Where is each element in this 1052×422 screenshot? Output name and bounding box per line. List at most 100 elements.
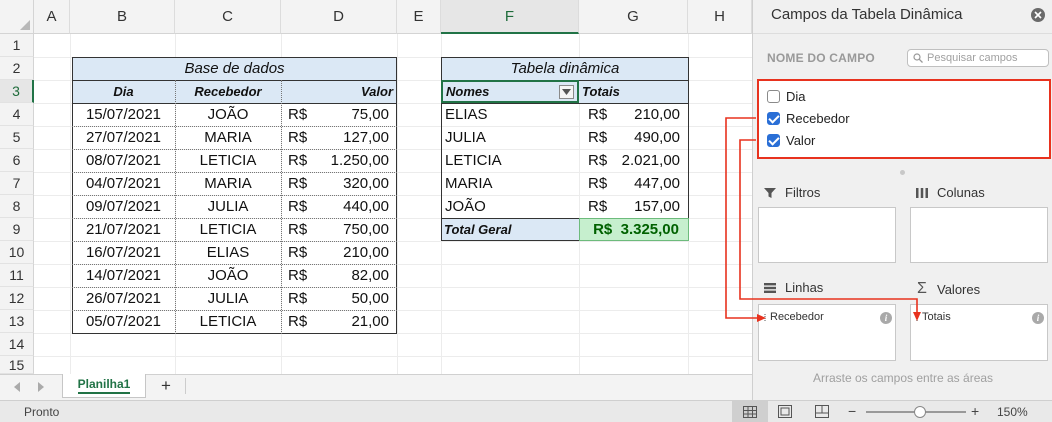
db-cell-valor[interactable]: 127,00 (321, 126, 389, 149)
row-header-4[interactable]: 4 (0, 103, 34, 126)
db-cell-currency[interactable]: R$ (281, 195, 321, 218)
normal-view-button[interactable] (732, 401, 768, 422)
db-cell-valor[interactable]: 50,00 (321, 287, 389, 310)
pivot-cell-nome[interactable]: JOÃO (445, 195, 575, 218)
linhas-drop-area[interactable]: Recebedor i (758, 304, 896, 361)
valores-drop-area[interactable]: Totais i (910, 304, 1048, 361)
db-cell-recebedor[interactable]: MARIA (175, 172, 281, 195)
scroll-left-icon[interactable] (14, 382, 20, 392)
db-cell-dia[interactable]: 04/07/2021 (72, 172, 175, 195)
linhas-item[interactable]: Recebedor (764, 311, 890, 323)
drag-handle-icon[interactable] (764, 313, 766, 321)
row-header-11[interactable]: 11 (0, 264, 34, 287)
db-cell-dia[interactable]: 16/07/2021 (72, 241, 175, 264)
db-cell-recebedor[interactable]: LETICIA (175, 149, 281, 172)
db-header-recebedor[interactable]: Recebedor (175, 80, 281, 103)
select-all-corner[interactable] (0, 0, 34, 34)
db-cell-currency[interactable]: R$ (281, 310, 321, 333)
db-cell-recebedor[interactable]: LETICIA (175, 218, 281, 241)
db-cell-valor[interactable]: 21,00 (321, 310, 389, 333)
pivot-cell-valor[interactable]: 2.021,00 (620, 149, 680, 172)
checkbox[interactable] (767, 112, 780, 125)
column-header-h[interactable]: H (688, 0, 752, 34)
column-header-c[interactable]: C (175, 0, 281, 34)
db-cell-recebedor[interactable]: ELIAS (175, 241, 281, 264)
db-cell-dia[interactable]: 08/07/2021 (72, 149, 175, 172)
db-cell-valor[interactable]: 82,00 (321, 264, 389, 287)
page-break-button[interactable] (815, 405, 829, 421)
column-header-g[interactable]: G (579, 0, 688, 34)
checkbox[interactable] (767, 90, 780, 103)
db-cell-dia[interactable]: 21/07/2021 (72, 218, 175, 241)
pivot-header-totais[interactable]: Totais (582, 80, 687, 103)
column-header-e[interactable]: E (397, 0, 441, 34)
pivot-title[interactable]: Tabela dinâmica (441, 57, 689, 80)
zoom-out-button[interactable]: − (848, 403, 856, 419)
db-cell-dia[interactable]: 15/07/2021 (72, 103, 175, 126)
row-header-14[interactable]: 14 (0, 333, 34, 356)
info-icon[interactable]: i (880, 312, 892, 324)
page-layout-button[interactable] (778, 405, 792, 421)
db-cell-dia[interactable]: 09/07/2021 (72, 195, 175, 218)
splitter-handle[interactable] (900, 170, 905, 175)
zoom-in-button[interactable]: + (971, 403, 979, 419)
db-cell-currency[interactable]: R$ (281, 172, 321, 195)
zoom-slider-thumb[interactable] (914, 406, 926, 418)
db-cell-dia[interactable]: 05/07/2021 (72, 310, 175, 333)
spreadsheet-grid[interactable]: ABCDEFGH 1 2 3 4 5 6 7 8 9 10 11 12 13 14 15 Base de d… (0, 0, 752, 400)
row-header-15[interactable]: 15 (0, 356, 34, 374)
db-cell-valor[interactable]: 750,00 (321, 218, 389, 241)
db-cell-currency[interactable]: R$ (281, 218, 321, 241)
db-cell-currency[interactable]: R$ (281, 126, 321, 149)
pivot-total-value[interactable]: R$ 3.325,00 (579, 218, 689, 241)
close-panel-button[interactable] (1031, 8, 1045, 22)
db-cell-valor[interactable]: 210,00 (321, 241, 389, 264)
column-header-b[interactable]: B (70, 0, 175, 34)
pivot-total-label[interactable]: Total Geral (444, 219, 578, 240)
filtros-drop-area[interactable] (758, 207, 896, 263)
pivot-cell-nome[interactable]: MARIA (445, 172, 575, 195)
db-cell-valor[interactable]: 1.250,00 (321, 149, 389, 172)
db-cell-recebedor[interactable]: LETICIA (175, 310, 281, 333)
pivot-header-nomes-selected[interactable]: Nomes (441, 80, 579, 103)
pivot-cell-valor[interactable]: 157,00 (620, 195, 680, 218)
row-header-9[interactable]: 9 (0, 218, 34, 241)
pivot-cell-valor[interactable]: 447,00 (620, 172, 680, 195)
db-cell-currency[interactable]: R$ (281, 241, 321, 264)
pivot-cell-valor[interactable]: 490,00 (620, 126, 680, 149)
db-cell-valor[interactable]: 440,00 (321, 195, 389, 218)
db-cell-currency[interactable]: R$ (281, 149, 321, 172)
sheet-tab-planilha1[interactable]: Planilha1 (62, 374, 146, 398)
info-icon[interactable]: i (1032, 312, 1044, 324)
field-item-valor[interactable]: Valor (767, 133, 815, 148)
column-header-f[interactable]: F (441, 0, 579, 34)
field-item-recebedor[interactable]: Recebedor (767, 111, 850, 126)
db-cell-valor[interactable]: 75,00 (321, 103, 389, 126)
row-header-10[interactable]: 10 (0, 241, 34, 264)
pivot-cell-nome[interactable]: JULIA (445, 126, 575, 149)
filter-dropdown-icon[interactable] (559, 85, 574, 99)
column-header-a[interactable]: A (34, 0, 70, 34)
scroll-right-icon[interactable] (38, 382, 44, 392)
db-cell-recebedor[interactable]: JOÃO (175, 103, 281, 126)
row-header-13[interactable]: 13 (0, 310, 34, 333)
db-header-dia[interactable]: Dia (72, 80, 175, 103)
db-header-valor[interactable]: Valor (281, 80, 393, 103)
db-cell-recebedor[interactable]: JOÃO (175, 264, 281, 287)
checkbox[interactable] (767, 134, 780, 147)
db-cell-currency[interactable]: R$ (281, 103, 321, 126)
db-cell-valor[interactable]: 320,00 (321, 172, 389, 195)
zoom-level[interactable]: 150% (997, 405, 1028, 419)
zoom-slider[interactable] (866, 406, 966, 418)
db-cell-dia[interactable]: 14/07/2021 (72, 264, 175, 287)
row-header-5[interactable]: 5 (0, 126, 34, 149)
db-cell-dia[interactable]: 26/07/2021 (72, 287, 175, 310)
db-cell-currency[interactable]: R$ (281, 264, 321, 287)
db-cell-recebedor[interactable]: JULIA (175, 195, 281, 218)
column-header-d[interactable]: D (281, 0, 397, 34)
db-cell-currency[interactable]: R$ (281, 287, 321, 310)
row-header-7[interactable]: 7 (0, 172, 34, 195)
pivot-cell-nome[interactable]: ELIAS (445, 103, 575, 126)
row-header-12[interactable]: 12 (0, 287, 34, 310)
db-cell-recebedor[interactable]: MARIA (175, 126, 281, 149)
